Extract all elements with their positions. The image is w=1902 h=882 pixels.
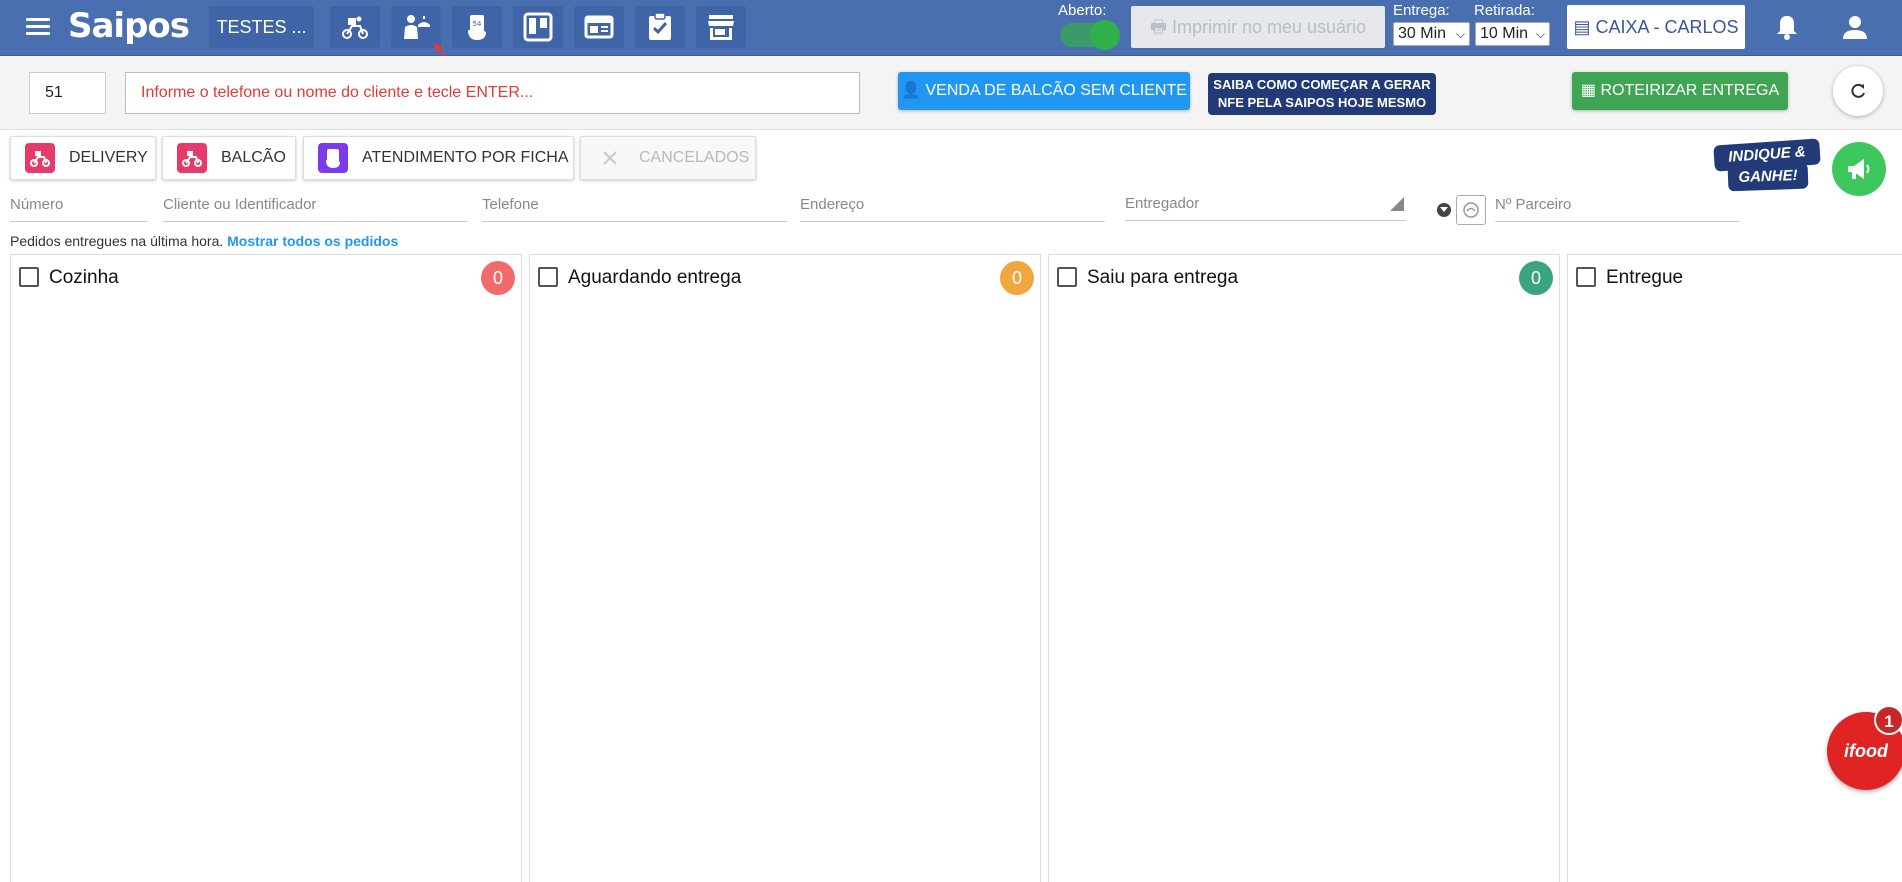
cashier-button[interactable]: ▤ CAIXA - CARLOS bbox=[1567, 5, 1745, 49]
select-all-checkbox[interactable] bbox=[1576, 267, 1596, 287]
column-saiu: Saiu para entrega 0 bbox=[1048, 254, 1560, 882]
tab-balcao[interactable]: BALCÃO bbox=[162, 136, 296, 180]
counter-tab-icon bbox=[177, 143, 207, 173]
open-status-label: Aberto: bbox=[1058, 2, 1107, 19]
chevron-down-icon: ⌵ bbox=[1535, 27, 1545, 41]
delivery-time-value: 30 Min bbox=[1398, 25, 1447, 42]
top-bar: Saipos TESTES ... 54 Aberto: 🖶 Imprimir … bbox=[0, 0, 1902, 56]
partner-dropdown-icon[interactable] bbox=[1437, 203, 1451, 217]
pickup-time-select[interactable]: 10 Min ⌵ bbox=[1475, 22, 1550, 46]
refer-promo[interactable]: INDIQUE & GANHE! bbox=[1713, 138, 1821, 192]
nfe-banner[interactable]: SAIBA COMO COMEÇAR A GERAR NFE PELA SAIP… bbox=[1208, 73, 1436, 115]
counter-sale-label: VENDA DE BALCÃO SEM CLIENTE bbox=[925, 82, 1187, 99]
ticket-icon: 54 bbox=[468, 15, 486, 40]
orders-info-text: Pedidos entregues na última hora. bbox=[10, 233, 224, 249]
cashier-label: CAIXA - CARLOS bbox=[1595, 17, 1739, 37]
megaphone-icon bbox=[1848, 159, 1870, 179]
tab-ficha[interactable]: ATENDIMENTO POR FICHA bbox=[303, 136, 574, 180]
announcements-button[interactable] bbox=[1832, 142, 1886, 196]
bell-icon bbox=[1777, 16, 1797, 40]
checklist-nav-button[interactable] bbox=[635, 6, 685, 48]
open-toggle[interactable] bbox=[1060, 20, 1120, 50]
motorcycle-icon bbox=[342, 16, 368, 39]
tab-delivery-label: DELIVERY bbox=[69, 149, 148, 166]
ticket-tab-icon bbox=[318, 143, 348, 173]
delivery-time-select[interactable]: 30 Min ⌵ bbox=[1393, 22, 1470, 46]
waiter-icon bbox=[404, 15, 430, 39]
print-user-label: Imprimir no meu usuário bbox=[1171, 17, 1367, 37]
column-entregue: Entregue bbox=[1567, 254, 1902, 882]
filter-courier[interactable]: Entregador bbox=[1125, 195, 1406, 221]
tab-delivery[interactable]: DELIVERY bbox=[10, 136, 156, 180]
partner-filter-icon[interactable] bbox=[1456, 195, 1486, 225]
refer-promo-line-2: GANHE! bbox=[1727, 162, 1809, 192]
print-user-button[interactable]: 🖶 Imprimir no meu usuário bbox=[1131, 6, 1385, 48]
person-icon: 👤 bbox=[901, 82, 922, 99]
refresh-icon bbox=[1851, 83, 1865, 98]
count-badge: 0 bbox=[1519, 261, 1553, 295]
column-aguardando: Aguardando entrega 0 bbox=[529, 254, 1041, 882]
courier-dropdown-icon bbox=[1390, 197, 1404, 211]
filter-phone[interactable]: Telefone bbox=[482, 196, 787, 222]
filter-partner-number[interactable]: Nº Parceiro bbox=[1495, 196, 1740, 222]
map-icon: ▦ bbox=[1580, 82, 1596, 99]
filter-client[interactable]: Cliente ou Identificador bbox=[163, 196, 468, 222]
column-title: Entregue bbox=[1606, 267, 1684, 288]
delivery-nav-button[interactable] bbox=[330, 6, 380, 48]
column-title: Saiu para entrega bbox=[1087, 267, 1239, 288]
tab-cancelados-label: CANCELADOS bbox=[639, 149, 750, 166]
store-nav-button[interactable] bbox=[696, 6, 746, 48]
kanban-nav-button[interactable] bbox=[513, 6, 563, 48]
select-all-checkbox[interactable] bbox=[19, 267, 39, 287]
column-title: Cozinha bbox=[49, 267, 119, 288]
tab-balcao-label: BALCÃO bbox=[221, 149, 286, 166]
notifications-button[interactable] bbox=[1758, 5, 1816, 49]
store-selector[interactable]: TESTES ... bbox=[209, 6, 314, 48]
show-all-orders-link[interactable]: Mostrar todos os pedidos bbox=[227, 233, 398, 249]
nfe-line-2: NFE PELA SAIPOS HOJE MESMO bbox=[1217, 95, 1427, 110]
printer-icon: 🖶 bbox=[1149, 17, 1167, 37]
column-title: Aguardando entrega bbox=[568, 267, 742, 288]
refresh-button[interactable] bbox=[1833, 66, 1883, 116]
pickup-time-label: Retirada: bbox=[1474, 2, 1535, 19]
storefront-icon bbox=[708, 15, 734, 40]
chat-notification-badge: 1 bbox=[1874, 705, 1902, 735]
order-number-input[interactable]: 51 bbox=[29, 72, 106, 114]
select-all-checkbox[interactable] bbox=[1057, 267, 1077, 287]
chevron-down-icon: ⌵ bbox=[1455, 27, 1465, 41]
clipboard-check-icon bbox=[649, 12, 671, 40]
filter-number[interactable]: Número bbox=[10, 196, 148, 222]
nfe-line-1: SAIBA COMO COMEÇAR A GERAR bbox=[1213, 77, 1431, 92]
tab-ficha-label: ATENDIMENTO POR FICHA bbox=[362, 149, 569, 166]
toggle-knob bbox=[1090, 20, 1120, 50]
kanban-icon bbox=[523, 12, 553, 42]
delivery-tab-icon bbox=[25, 143, 55, 173]
panel-icon bbox=[584, 15, 614, 39]
order-toolbar: 51 Informe o telefone ou nome do cliente… bbox=[0, 56, 1902, 130]
tab-cancelados[interactable]: CANCELADOS bbox=[580, 136, 756, 180]
orders-info: Pedidos entregues na última hora. Mostra… bbox=[10, 233, 398, 249]
card-icon: ▤ bbox=[1573, 17, 1591, 37]
filter-address[interactable]: Endereço bbox=[800, 196, 1105, 222]
select-all-checkbox[interactable] bbox=[538, 267, 558, 287]
svg-text:54: 54 bbox=[473, 20, 482, 28]
count-badge: 0 bbox=[481, 261, 515, 295]
column-cozinha: Cozinha 0 bbox=[10, 254, 522, 882]
logo: Saipos bbox=[68, 6, 190, 46]
route-delivery-button[interactable]: ▦ ROTEIRIZAR ENTREGA bbox=[1572, 72, 1788, 110]
customer-search-input[interactable]: Informe o telefone ou nome do cliente e … bbox=[125, 72, 860, 114]
user-button[interactable] bbox=[1826, 5, 1884, 49]
delivery-time-label: Entrega: bbox=[1393, 2, 1450, 19]
close-icon bbox=[595, 143, 625, 173]
user-icon bbox=[1843, 16, 1867, 39]
menu-icon[interactable] bbox=[26, 18, 50, 36]
pickup-time-value: 10 Min bbox=[1480, 25, 1529, 42]
count-badge: 0 bbox=[1000, 261, 1034, 295]
route-delivery-label: ROTEIRIZAR ENTREGA bbox=[1600, 82, 1780, 99]
panel-nav-button[interactable] bbox=[574, 6, 624, 48]
counter-sale-button[interactable]: 👤 VENDA DE BALCÃO SEM CLIENTE bbox=[898, 72, 1190, 110]
